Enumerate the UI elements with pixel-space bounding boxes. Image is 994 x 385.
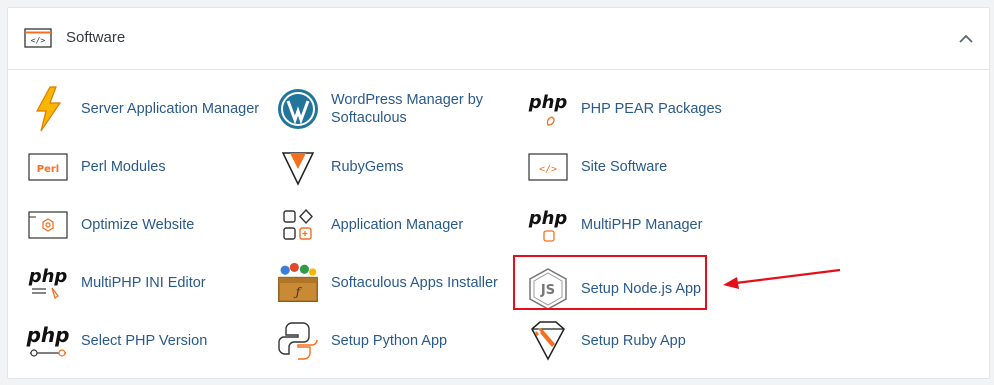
item-optimize-website[interactable]: Optimize Website — [26, 201, 266, 249]
item-label: WordPress Manager by Softaculous — [331, 92, 484, 126]
item-label: Optimize Website — [81, 217, 195, 233]
item-label: MultiPHP INI Editor — [81, 275, 206, 291]
perl-icon: Perl — [26, 143, 70, 191]
item-php-pear-packages[interactable]: php PHP PEAR Packages — [526, 85, 756, 133]
php-version-icon: php — [26, 317, 70, 365]
php-manager-icon: php — [526, 201, 570, 249]
item-select-php-version[interactable]: php Select PHP Version — [26, 317, 266, 365]
python-logo-icon — [276, 317, 320, 365]
item-label: Server Application Manager — [81, 101, 260, 117]
app-grid-icon — [276, 201, 320, 249]
item-label: PHP PEAR Packages — [581, 101, 722, 117]
item-label: Softaculous Apps Installer — [331, 275, 498, 291]
item-rubygems[interactable]: RubyGems — [276, 143, 516, 191]
svg-text:</>: </> — [539, 164, 557, 175]
item-label: Site Software — [581, 159, 668, 175]
item-label: Application Manager — [331, 217, 464, 233]
highlight-box — [513, 255, 707, 310]
item-label: Setup Python App — [331, 333, 448, 349]
item-label: Setup Ruby App — [581, 333, 686, 349]
code-window-icon: </> — [526, 143, 570, 191]
svg-text:Perl: Perl — [37, 164, 59, 175]
svg-text:php: php — [26, 323, 69, 347]
item-server-application-manager[interactable]: Server Application Manager — [26, 85, 266, 133]
panel-header[interactable]: </> Software — [8, 8, 989, 70]
item-label: MultiPHP Manager — [581, 217, 703, 233]
item-multiphp-ini-editor[interactable]: php MultiPHP INI Editor — [26, 259, 266, 307]
item-setup-python-app[interactable]: Setup Python App — [276, 317, 516, 365]
item-multiphp-manager[interactable]: php MultiPHP Manager — [526, 201, 756, 249]
item-site-software[interactable]: </> Site Software — [526, 143, 756, 191]
php-ini-icon: php — [26, 259, 70, 307]
svg-text:php: php — [28, 266, 68, 287]
php-pear-icon: php — [526, 85, 570, 133]
item-wordpress-manager[interactable]: WordPress Manager by Softaculous — [276, 85, 516, 133]
gear-window-icon — [26, 201, 70, 249]
ruby-wrench-icon — [526, 317, 570, 365]
wordpress-logo-icon — [276, 85, 320, 133]
item-label: Perl Modules — [81, 159, 166, 175]
chevron-up-icon[interactable] — [954, 28, 978, 50]
code-window-icon: </> — [24, 28, 52, 48]
svg-text:</>: </> — [31, 36, 46, 45]
svg-text:php: php — [528, 208, 568, 229]
arrow-annotation — [723, 268, 841, 289]
item-setup-ruby-app[interactable]: Setup Ruby App — [526, 317, 756, 365]
item-label: Select PHP Version — [81, 333, 208, 349]
section-title: Software — [66, 29, 126, 46]
item-perl-modules[interactable]: Perl Perl Modules — [26, 143, 266, 191]
lightning-bolt-icon — [26, 85, 70, 133]
item-label: RubyGems — [331, 159, 404, 175]
svg-text:php: php — [528, 92, 568, 113]
ruby-gem-icon — [276, 143, 320, 191]
item-application-manager[interactable]: Application Manager — [276, 201, 516, 249]
item-softaculous-apps-installer[interactable]: ƒ Softaculous Apps Installer — [276, 259, 516, 307]
software-panel: </> Software Server Application Manager … — [7, 7, 990, 379]
softaculous-box-icon: ƒ — [276, 259, 320, 307]
